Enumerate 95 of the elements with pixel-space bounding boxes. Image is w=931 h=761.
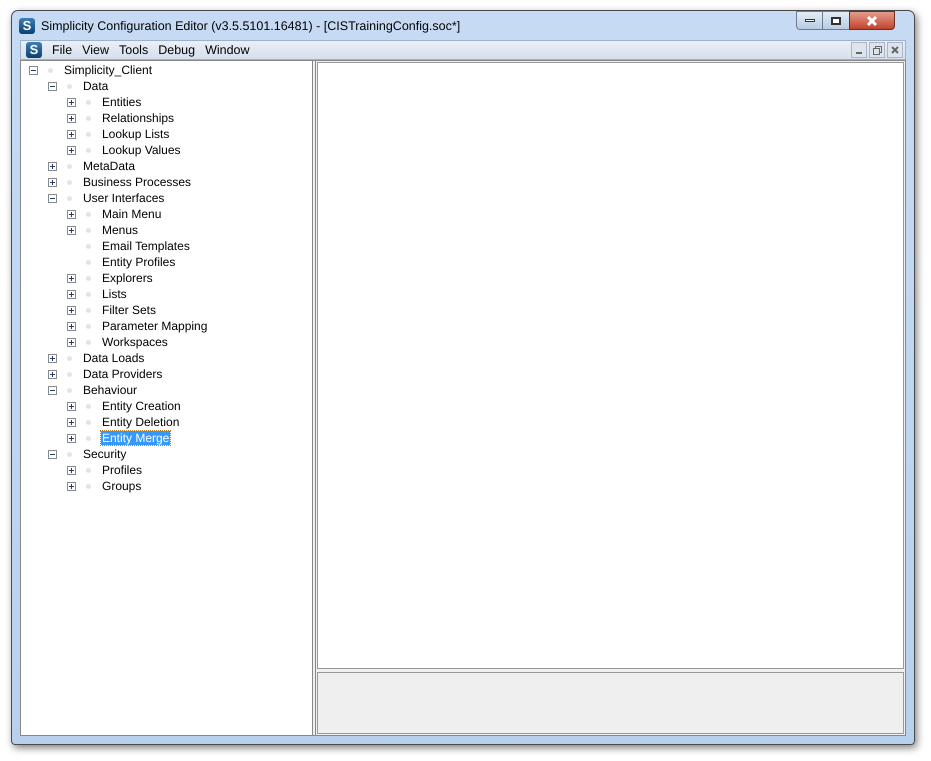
window-title: Simplicity Configuration Editor (v3.5.5101.16481) - [CISTrainingConfig.soc*] [41, 18, 460, 35]
tree-item[interactable]: Entity Creation [101, 399, 182, 413]
tree-item[interactable]: Security [82, 447, 128, 461]
tree-item[interactable]: Profiles [101, 463, 144, 477]
tree-item[interactable]: Parameter Mapping [101, 319, 208, 333]
expand-icon[interactable] [67, 274, 76, 282]
node-icon [67, 388, 72, 392]
menu-item[interactable]: Tools [114, 40, 154, 60]
node-icon [86, 484, 91, 488]
node-icon [67, 164, 72, 168]
child-restore-button[interactable] [869, 42, 885, 58]
tree-item[interactable]: Business Processes [82, 175, 192, 189]
tree-item[interactable]: Behaviour [82, 383, 138, 397]
node-icon [67, 84, 72, 88]
restore-icon [872, 46, 882, 54]
menu-item[interactable]: View [77, 40, 114, 60]
expand-icon[interactable] [67, 402, 76, 410]
minimize-button[interactable] [796, 11, 823, 30]
node-icon [67, 356, 72, 360]
close-icon [866, 16, 878, 26]
collapse-icon[interactable] [29, 66, 38, 74]
tree-item[interactable]: Lookup Lists [101, 127, 170, 141]
tree-item[interactable]: Menus [101, 223, 140, 237]
expand-icon[interactable] [67, 466, 76, 474]
node-icon [86, 100, 91, 104]
node-icon [67, 180, 72, 184]
collapse-icon[interactable] [48, 194, 57, 202]
node-icon [86, 228, 91, 232]
expand-icon[interactable] [48, 354, 57, 362]
menu-item[interactable]: Window [200, 40, 255, 60]
node-icon [86, 116, 91, 120]
close-button[interactable] [849, 11, 895, 30]
node-icon [67, 452, 72, 456]
collapse-icon[interactable] [48, 450, 57, 458]
child-minimize-button[interactable] [851, 42, 867, 58]
tree-item[interactable]: Email Templates [101, 239, 191, 253]
tree-item[interactable]: Explorers [101, 271, 154, 285]
node-icon [86, 404, 91, 408]
expand-icon[interactable] [67, 226, 76, 234]
expand-icon[interactable] [67, 322, 76, 330]
expand-icon[interactable] [67, 210, 76, 218]
tree-item[interactable]: Filter Sets [101, 303, 158, 317]
menu-item[interactable]: Debug [153, 40, 200, 60]
node-icon [67, 196, 72, 200]
expand-icon[interactable] [67, 114, 76, 122]
expand-icon[interactable] [67, 338, 76, 346]
node-icon [86, 468, 91, 472]
app-logo: S [19, 18, 35, 34]
tree-item[interactable]: User Interfaces [82, 191, 166, 205]
tree-item[interactable]: Entities [101, 95, 142, 109]
node-icon [86, 420, 91, 424]
tree-item[interactable]: Relationships [101, 111, 176, 125]
tree-item[interactable]: Groups [101, 479, 142, 493]
expand-icon[interactable] [67, 146, 76, 154]
tree-item[interactable]: Data [82, 79, 110, 93]
node-icon [86, 324, 91, 328]
node-icon [86, 260, 91, 264]
expand-icon[interactable] [67, 482, 76, 490]
maximize-button[interactable] [823, 11, 849, 30]
node-icon [86, 436, 91, 440]
tree-item[interactable]: Entity Profiles [101, 255, 176, 269]
tree-item[interactable]: Lookup Values [101, 143, 182, 157]
node-icon [48, 68, 53, 72]
node-icon [86, 276, 91, 280]
node-icon [86, 148, 91, 152]
expand-icon[interactable] [67, 290, 76, 298]
expand-icon[interactable] [48, 178, 57, 186]
document-logo: S [26, 42, 42, 58]
node-icon [86, 132, 91, 136]
expand-icon[interactable] [67, 418, 76, 426]
collapse-icon[interactable] [48, 386, 57, 394]
node-icon [86, 212, 91, 216]
tree-item[interactable]: Entity Deletion [101, 415, 180, 429]
expand-icon[interactable] [67, 434, 76, 442]
tree-item[interactable]: Data Providers [82, 367, 164, 381]
close-icon [891, 46, 899, 54]
collapse-icon[interactable] [48, 82, 57, 90]
child-close-button[interactable] [887, 42, 903, 58]
node-icon [86, 308, 91, 312]
node-icon [86, 244, 91, 248]
node-icon [86, 340, 91, 344]
tree-item[interactable]: Workspaces [101, 335, 169, 349]
tree-item[interactable]: MetaData [82, 159, 136, 173]
expand-icon[interactable] [67, 306, 76, 314]
node-icon [67, 372, 72, 376]
expand-icon[interactable] [48, 370, 57, 378]
expand-icon[interactable] [48, 162, 57, 170]
expand-icon[interactable] [67, 130, 76, 138]
tree-item[interactable]: Data Loads [82, 351, 146, 365]
tree-item[interactable]: Lists [101, 287, 128, 301]
tree-item[interactable]: Main Menu [101, 207, 162, 221]
menu-item[interactable]: File [47, 40, 78, 60]
expand-icon[interactable] [67, 98, 76, 106]
node-icon [86, 292, 91, 296]
tree-item[interactable]: Simplicity_Client [63, 63, 154, 77]
